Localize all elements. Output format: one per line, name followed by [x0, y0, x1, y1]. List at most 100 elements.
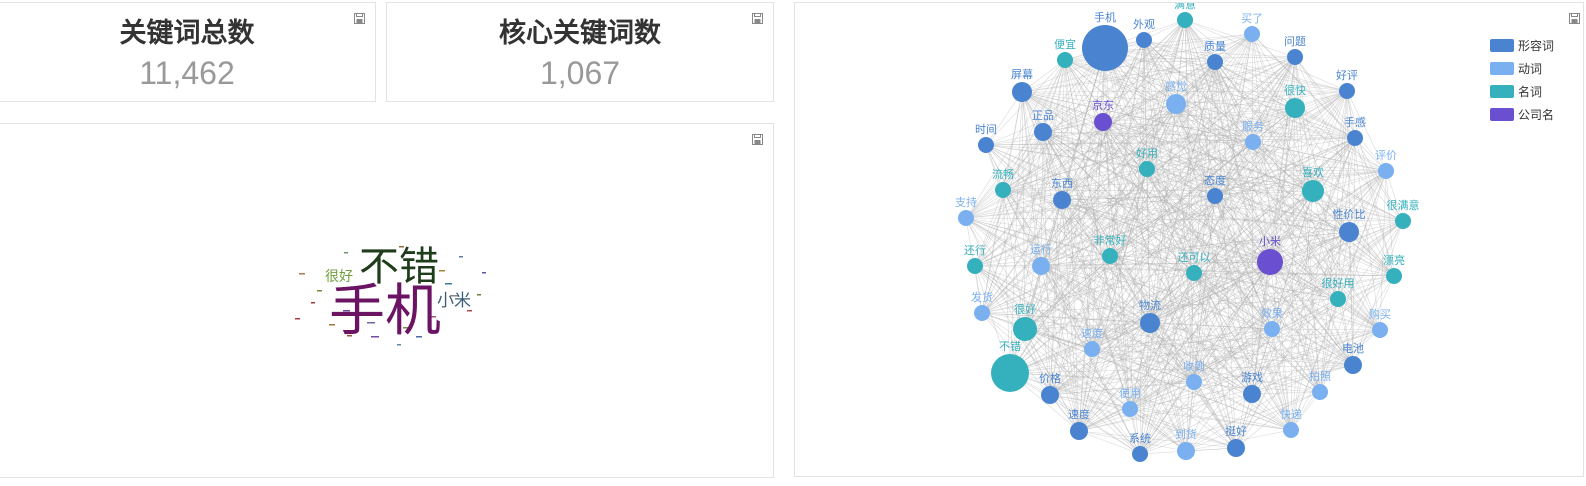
graph-node-circle[interactable]	[1041, 386, 1059, 404]
graph-node[interactable]: 很快	[1284, 83, 1306, 118]
graph-node-circle[interactable]	[1122, 401, 1138, 417]
graph-node-circle[interactable]	[1285, 98, 1305, 118]
graph-node-label: 买了	[1241, 12, 1263, 25]
graph-node-circle[interactable]	[1339, 222, 1359, 242]
graph-node-circle[interactable]	[1264, 321, 1280, 337]
legend-label[interactable]: 动词	[1518, 62, 1542, 76]
graph-node-circle[interactable]	[967, 258, 983, 274]
graph-node-circle[interactable]	[1070, 422, 1088, 440]
graph-node-label: 效果	[1261, 306, 1283, 320]
graph-edge	[1352, 137, 1356, 366]
graph-node-circle[interactable]	[1166, 94, 1186, 114]
graph-node-circle[interactable]	[1344, 356, 1362, 374]
legend-label[interactable]: 名词	[1518, 84, 1542, 99]
graph-node-circle[interactable]	[1245, 134, 1261, 150]
graph-node-label: 到货	[1175, 427, 1197, 441]
legend-item[interactable]: 名词	[1490, 84, 1542, 99]
graph-node-circle[interactable]	[1136, 32, 1152, 48]
graph-node-circle[interactable]	[1057, 52, 1073, 68]
graph-node-label: 使用	[1119, 387, 1141, 400]
graph-node-circle[interactable]	[1257, 249, 1283, 275]
legend-label[interactable]: 形容词	[1518, 38, 1554, 53]
graph-node-circle[interactable]	[1032, 257, 1050, 275]
graph-legend[interactable]: 形容词动词名词公司名	[1490, 38, 1554, 122]
graph-node-label: 速度	[1081, 326, 1103, 340]
graph-edge	[1184, 19, 1296, 58]
graph-node-circle[interactable]	[1013, 317, 1037, 341]
graph-node-circle[interactable]	[1312, 384, 1328, 400]
graph-node-circle[interactable]	[1177, 12, 1193, 28]
graph-node-label: 满意	[1174, 3, 1196, 11]
graph-node[interactable]: 发货	[971, 290, 993, 321]
legend-item[interactable]: 公司名	[1490, 107, 1554, 122]
graph-node-label: 还行	[964, 244, 986, 257]
legend-swatch[interactable]	[1490, 62, 1514, 75]
graph-node-circle[interactable]	[1339, 83, 1355, 99]
graph-node-circle[interactable]	[1102, 248, 1118, 264]
graph-node-circle[interactable]	[1084, 341, 1100, 357]
graph-node-circle[interactable]	[1012, 82, 1032, 102]
graph-node-circle[interactable]	[1094, 113, 1112, 131]
graph-node-label: 发货	[971, 290, 993, 304]
legend-swatch[interactable]	[1490, 108, 1514, 121]
graph-node[interactable]: 屏幕	[1011, 67, 1033, 102]
graph-node-label: 手感	[1344, 115, 1366, 129]
graph-node-circle[interactable]	[1330, 291, 1346, 307]
graph-node-label: 时间	[975, 123, 997, 136]
graph-node[interactable]: 满意	[1174, 3, 1196, 28]
graph-node[interactable]: 喜欢	[1302, 165, 1324, 202]
graph-node-circle[interactable]	[1283, 422, 1299, 438]
graph-node-circle[interactable]	[1287, 49, 1303, 65]
graph-node-circle[interactable]	[1386, 268, 1402, 284]
graph-node-label: 问题	[1284, 35, 1306, 48]
graph-node[interactable]: 手机	[1082, 10, 1128, 71]
legend-swatch[interactable]	[1490, 85, 1514, 98]
graph-node-circle[interactable]	[1132, 446, 1148, 462]
graph-node-circle[interactable]	[1347, 130, 1363, 146]
graph-node-circle[interactable]	[995, 182, 1011, 198]
graph-node-circle[interactable]	[1372, 322, 1388, 338]
graph-node-circle[interactable]	[1053, 191, 1071, 209]
graph-node-label: 外观	[1133, 18, 1155, 31]
graph-node-circle[interactable]	[1302, 180, 1324, 202]
graph-node[interactable]: 很好	[1013, 302, 1037, 341]
graph-node-label: 服务	[1242, 120, 1264, 133]
graph-node[interactable]: 很满意	[1387, 198, 1420, 229]
graph-node-label: 很快	[1284, 83, 1306, 97]
graph-node-circle[interactable]	[1186, 265, 1202, 281]
word-cloud-panel: 手机 不错 小米 很好	[0, 123, 774, 478]
legend-label[interactable]: 公司名	[1518, 107, 1554, 122]
graph-node-circle[interactable]	[958, 210, 974, 226]
graph-node-circle[interactable]	[1378, 163, 1394, 179]
graph-node-circle[interactable]	[1140, 313, 1160, 333]
graph-node[interactable]: 正品	[1032, 109, 1054, 141]
graph-node-circle[interactable]	[974, 305, 990, 321]
graph-node-circle[interactable]	[1207, 54, 1223, 70]
graph-node-label: 电池	[1342, 342, 1364, 355]
graph-node-label: 正品	[1032, 109, 1054, 122]
graph-node-circle[interactable]	[1207, 188, 1223, 204]
graph-node[interactable]: 评价	[1375, 149, 1397, 179]
kpi-value: 11,462	[139, 55, 235, 91]
graph-node-circle[interactable]	[1227, 439, 1245, 457]
legend-item[interactable]: 动词	[1490, 62, 1542, 76]
graph-node[interactable]: 物流	[1139, 298, 1161, 333]
graph-node-circle[interactable]	[1034, 123, 1052, 141]
legend-swatch[interactable]	[1490, 39, 1514, 52]
graph-node-circle[interactable]	[1082, 25, 1128, 71]
keyword-network-graph[interactable]: 手机外观 满意买了问题好评 质量 便宜屏幕京东 感觉 很快正品时间 手感 服务好用 评价流畅东西…	[795, 3, 1584, 477]
graph-node[interactable]: 不错	[991, 339, 1029, 392]
graph-node-circle[interactable]	[991, 354, 1029, 392]
legend-item[interactable]: 形容词	[1490, 38, 1554, 53]
graph-node-circle[interactable]	[1243, 385, 1261, 403]
graph-node-circle[interactable]	[1395, 213, 1411, 229]
graph-node[interactable]: 挺好	[1225, 424, 1247, 457]
graph-node-circle[interactable]	[1177, 442, 1195, 460]
graph-node-circle[interactable]	[1139, 161, 1155, 177]
graph-node-label: 感觉	[1165, 80, 1187, 93]
graph-node-circle[interactable]	[978, 137, 994, 153]
graph-node-circle[interactable]	[1244, 26, 1260, 42]
graph-node-circle[interactable]	[1186, 374, 1202, 390]
kpi-value: 1,067	[539, 55, 621, 91]
graph-node[interactable]: 小米	[1257, 235, 1283, 275]
